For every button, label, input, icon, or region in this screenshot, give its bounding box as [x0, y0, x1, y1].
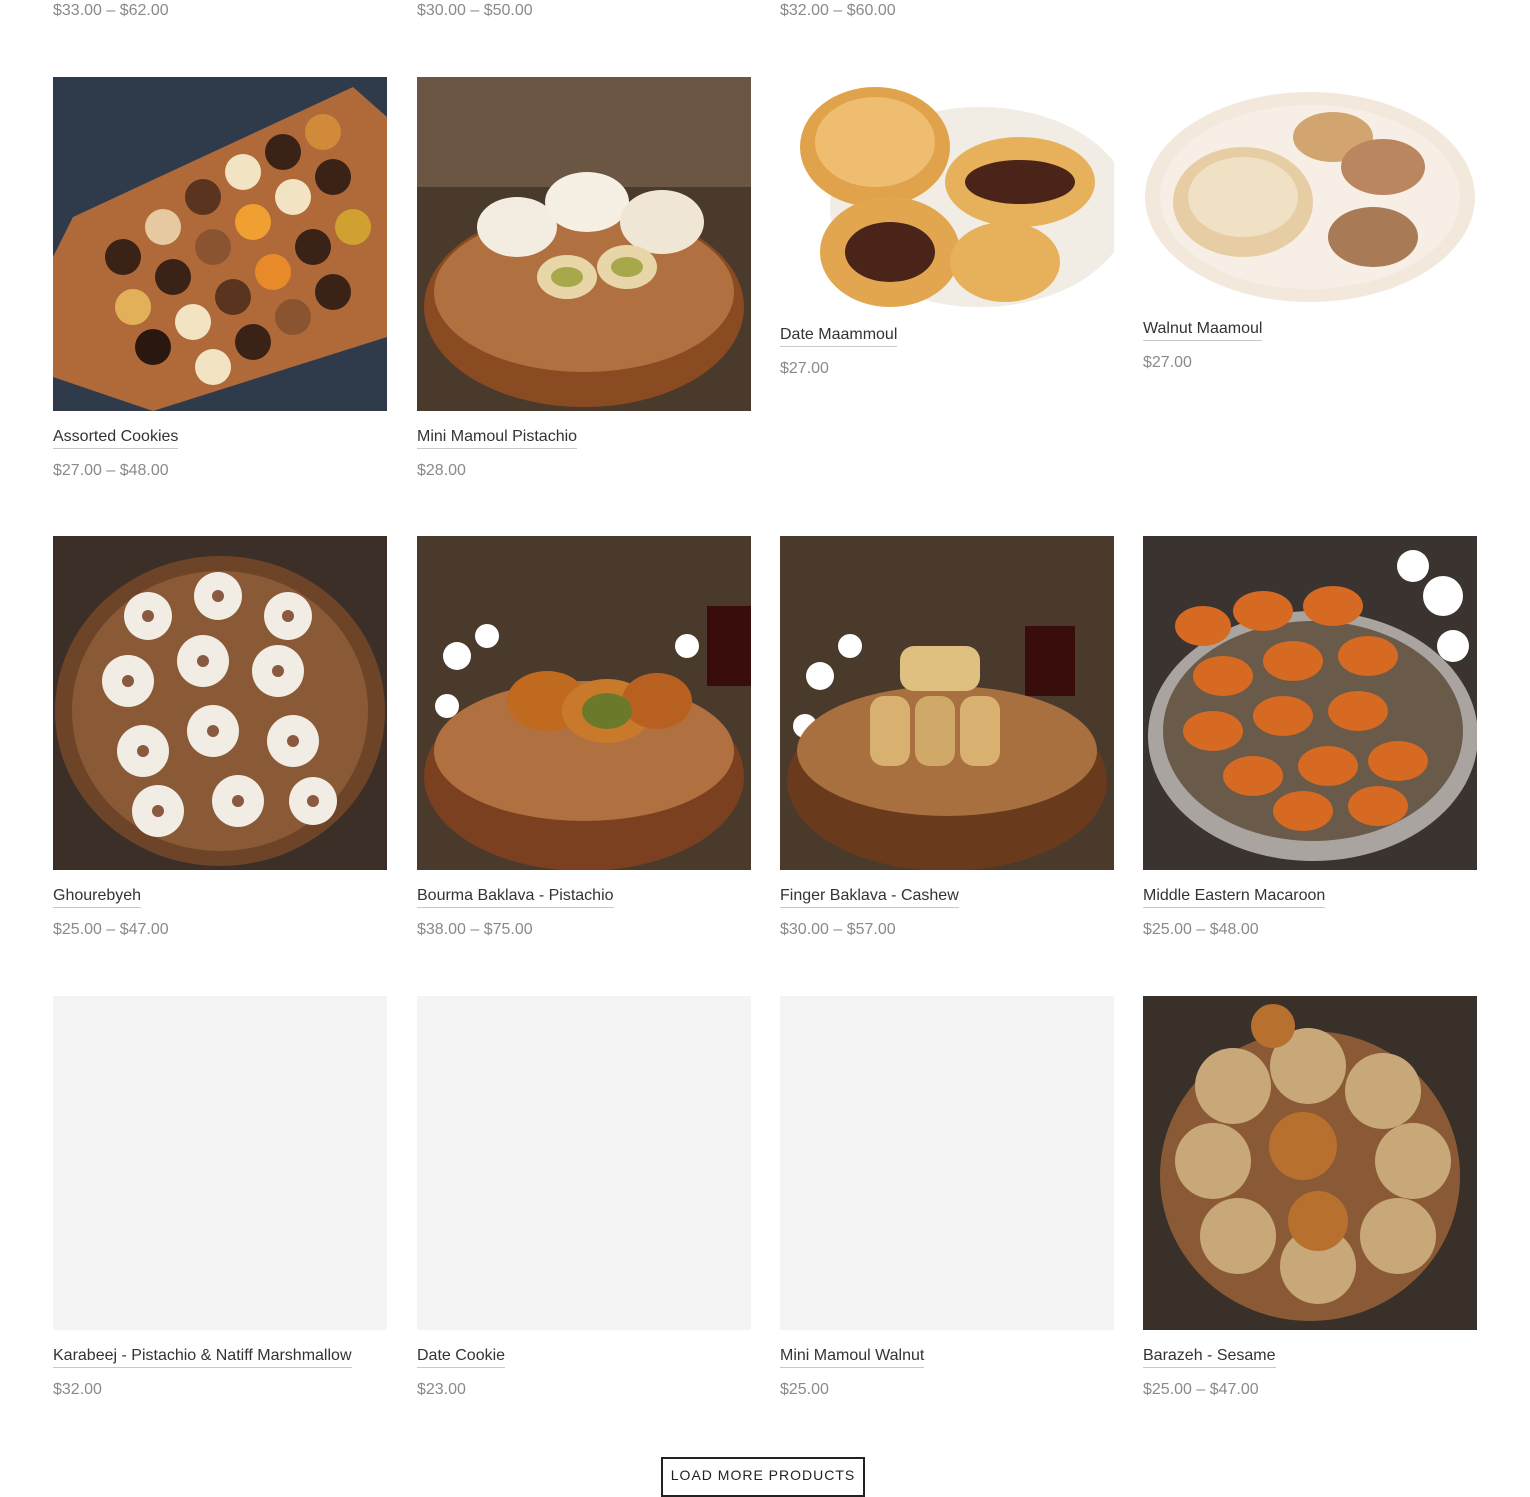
product-card: Bourma Baklava - Pistachio $38.00 – $75.…	[417, 536, 751, 940]
product-image[interactable]	[417, 536, 751, 870]
product-price: $27.00 – $48.00	[53, 462, 169, 479]
product-price: $33.00 – $62.00	[53, 2, 169, 19]
product-card: Mini Mamoul Pistachio $28.00	[417, 77, 751, 481]
product-price: $25.00 – $47.00	[1143, 1381, 1259, 1398]
product-price: $27.00	[780, 360, 829, 377]
product-image[interactable]	[1143, 536, 1477, 870]
product-card: Middle Eastern Macaroon $25.00 – $48.00	[1143, 536, 1477, 940]
product-card: Ghourebyeh $25.00 – $47.00	[53, 536, 387, 940]
product-image-placeholder[interactable]	[417, 996, 751, 1330]
product-image[interactable]	[1143, 77, 1477, 303]
product-image[interactable]	[780, 77, 1114, 309]
product-price: $30.00 – $50.00	[417, 2, 533, 19]
product-card: Date Cookie $23.00	[417, 996, 751, 1400]
product-title-link[interactable]: Date Maammoul	[780, 325, 898, 347]
product-image[interactable]	[780, 536, 1114, 870]
product-title-link[interactable]: Barazeh - Sesame	[1143, 1346, 1276, 1368]
product-card: Barazeh - Sesame $25.00 – $47.00	[1143, 996, 1477, 1400]
mini-mamoul-pistachio-image	[417, 77, 751, 411]
product-card: Mini Mamoul Walnut $25.00	[780, 996, 1114, 1400]
previous-row-prices: $33.00 – $62.00 $30.00 – $50.00 $32.00 –…	[0, 0, 1530, 30]
product-title-link[interactable]: Mini Mamoul Pistachio	[417, 427, 578, 449]
product-card: Assorted Cookies $27.00 – $48.00	[53, 77, 387, 481]
finger-baklava-image	[780, 536, 1114, 870]
product-price: $25.00 – $48.00	[1143, 921, 1259, 938]
product-price: $25.00	[780, 1381, 829, 1398]
product-title-link[interactable]: Middle Eastern Macaroon	[1143, 886, 1326, 908]
date-maammoul-image	[780, 77, 1114, 309]
load-more-button[interactable]: LOAD MORE PRODUCTS	[661, 1457, 865, 1497]
product-card: Karabeej - Pistachio & Natiff Marshmallo…	[53, 996, 387, 1400]
product-image-placeholder[interactable]	[780, 996, 1114, 1330]
product-card: Finger Baklava - Cashew $30.00 – $57.00	[780, 536, 1114, 940]
product-title-link[interactable]: Walnut Maamoul	[1143, 319, 1263, 341]
product-card: Date Maammoul $27.00	[780, 77, 1114, 379]
product-card: Walnut Maamoul $27.00	[1143, 77, 1477, 373]
product-title-link[interactable]: Date Cookie	[417, 1346, 506, 1368]
product-price: $23.00	[417, 1381, 466, 1398]
product-price: $38.00 – $75.00	[417, 921, 533, 938]
walnut-maamoul-image	[1143, 77, 1477, 303]
product-price: $30.00 – $57.00	[780, 921, 896, 938]
macaroon-image	[1143, 536, 1477, 870]
product-price: $28.00	[417, 462, 466, 479]
barazeh-sesame-image	[1143, 996, 1477, 1330]
product-title-link[interactable]: Bourma Baklava - Pistachio	[417, 886, 614, 908]
product-image[interactable]	[1143, 996, 1477, 1330]
bourma-baklava-image	[417, 536, 751, 870]
product-image[interactable]	[53, 536, 387, 870]
product-image[interactable]	[417, 77, 751, 411]
product-image-placeholder[interactable]	[53, 996, 387, 1330]
product-price: $27.00	[1143, 354, 1192, 371]
product-title-link[interactable]: Finger Baklava - Cashew	[780, 886, 959, 908]
product-price: $25.00 – $47.00	[53, 921, 169, 938]
product-title-link[interactable]: Assorted Cookies	[53, 427, 179, 449]
product-price: $32.00 – $60.00	[780, 2, 896, 19]
assorted-cookies-image	[53, 77, 387, 411]
product-price: $32.00	[53, 1381, 102, 1398]
product-title-link[interactable]: Mini Mamoul Walnut	[780, 1346, 925, 1368]
product-title-link[interactable]: Ghourebyeh	[53, 886, 142, 908]
ghourebyeh-image	[53, 536, 387, 870]
product-image[interactable]	[53, 77, 387, 411]
product-title-link[interactable]: Karabeej - Pistachio & Natiff Marshmallo…	[53, 1346, 352, 1368]
